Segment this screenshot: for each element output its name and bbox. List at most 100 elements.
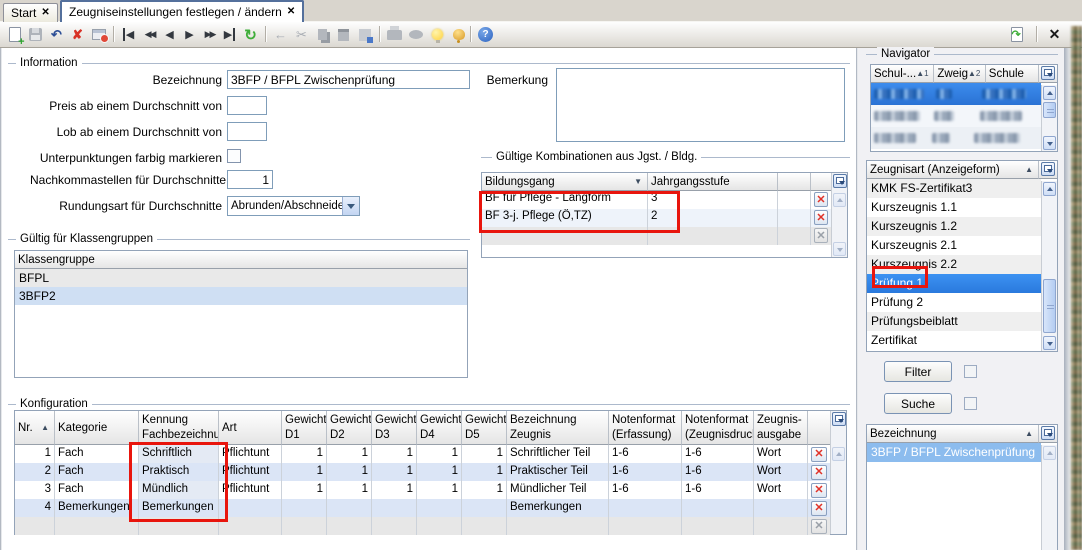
nav-forward-button[interactable]: ▶: [179, 24, 200, 45]
config-row[interactable]: 2 Fach Praktisch Pflichtunt 1 1 1 1 1 Pr…: [15, 463, 830, 481]
zeugnisart-scrollbar[interactable]: [1041, 181, 1057, 351]
suche-button[interactable]: Suche: [884, 393, 952, 414]
delete-row-button[interactable]: ✕: [811, 483, 827, 498]
cell-bildungsgang[interactable]: BF für Pflege - Langform: [482, 191, 648, 209]
cell-bildungsgang[interactable]: BF 3-j. Pflege (Ö,TZ): [482, 209, 648, 227]
scroll-down-icon[interactable]: [833, 242, 846, 256]
column-picker-icon[interactable]: [1041, 66, 1055, 80]
cut-button[interactable]: ✂: [291, 24, 312, 45]
zeugnisart-item[interactable]: Kurszeugnis 2.1: [867, 236, 1041, 255]
klassengruppe-row[interactable]: BFPL: [15, 269, 467, 287]
column-picker-icon[interactable]: [1041, 426, 1055, 440]
column-header-bezeichnung-zeugnis[interactable]: Bezeichnung Zeugnis: [507, 411, 609, 445]
column-header-kennung[interactable]: Kennung Fachbezeichnung: [139, 411, 219, 445]
column-header-gewicht-d1[interactable]: Gewicht D1: [282, 411, 327, 445]
zeugnisart-item[interactable]: Zertifikat: [867, 331, 1041, 350]
config-row-empty[interactable]: ✕: [15, 517, 830, 535]
rundungsart-select[interactable]: Abrunden/Abschneiden: [227, 196, 360, 216]
cell-jahrgangsstufe[interactable]: 2: [648, 209, 778, 227]
column-header-notenformat-zeugnisdruck[interactable]: Notenformat (Zeugnisdruck): [682, 411, 754, 445]
column-header-klassengruppe[interactable]: Klassengruppe: [15, 251, 467, 269]
help-button[interactable]: ?: [475, 24, 496, 45]
kombination-row-empty[interactable]: ✕: [482, 227, 831, 245]
klassengruppe-row-selected[interactable]: 3BFP2: [15, 287, 467, 305]
scroll-up-icon[interactable]: [833, 193, 846, 207]
filter-button[interactable]: Filter: [884, 361, 952, 382]
navigator-row[interactable]: [871, 105, 1041, 127]
scroll-up-icon[interactable]: [1043, 182, 1056, 196]
new-document-button[interactable]: +: [4, 24, 25, 45]
select-region-button[interactable]: [354, 24, 375, 45]
column-header-art[interactable]: Art: [219, 411, 282, 445]
delete-row-button[interactable]: ✕: [811, 465, 827, 480]
cell-jahrgangsstufe[interactable]: 3: [648, 191, 778, 209]
save-button[interactable]: [25, 24, 46, 45]
column-header-gewicht-d3[interactable]: Gewicht D3: [372, 411, 417, 445]
nachkommastellen-input[interactable]: [227, 170, 273, 189]
nav-last-button[interactable]: ▶: [219, 24, 240, 45]
column-header-bezeichnung[interactable]: Bezeichnung ▲: [867, 425, 1039, 443]
bemerkung-textarea[interactable]: [556, 68, 845, 142]
column-header-schule[interactable]: Schule: [986, 65, 1039, 83]
navigator-scrollbar[interactable]: [1041, 85, 1057, 151]
column-header-nr[interactable]: Nr. ▲: [15, 411, 55, 445]
delete-row-button[interactable]: ✕: [814, 192, 828, 207]
column-header-schulart[interactable]: Schul-... ▲1: [871, 65, 934, 83]
properties-button[interactable]: [88, 24, 109, 45]
scroll-up-icon[interactable]: [1043, 86, 1056, 100]
delete-row-button[interactable]: ✕: [814, 210, 828, 225]
close-button[interactable]: ✕: [1044, 24, 1065, 45]
column-header-gewicht-d4[interactable]: Gewicht D4: [417, 411, 462, 445]
delete-record-button[interactable]: ✘: [67, 24, 88, 45]
zeugnisart-item-selected[interactable]: Prüfung 1: [867, 274, 1041, 293]
column-header-zeugnisausgabe[interactable]: Zeugnis- ausgabe: [754, 411, 808, 445]
preis-input[interactable]: [227, 96, 267, 115]
nav-fast-forward-button[interactable]: ▶▶: [199, 24, 220, 45]
switch-view-button[interactable]: ↷: [1006, 24, 1027, 45]
column-header-jahrgangsstufe[interactable]: Jahrgangsstufe: [648, 173, 778, 191]
nav-fast-back-button[interactable]: ◀◀: [139, 24, 160, 45]
column-header-zeugnisart[interactable]: Zeugnisart (Anzeigeform) ▲: [867, 161, 1039, 179]
bezeichnung-scrollbar[interactable]: [1041, 445, 1057, 550]
refresh-button[interactable]: ↻: [240, 24, 261, 45]
notification-button[interactable]: [448, 24, 469, 45]
zeugnisart-item[interactable]: Prüfungsbeiblatt: [867, 312, 1041, 331]
tab-zeugniseinstellungen-close-icon[interactable]: ✕: [287, 7, 295, 17]
tab-start[interactable]: Start ✕: [3, 3, 58, 22]
zeugnisart-item[interactable]: KMK FS-Zertifikat3: [867, 179, 1041, 198]
column-header-bildungsgang[interactable]: Bildungsgang ▼: [482, 173, 648, 191]
suche-checkbox[interactable]: [964, 397, 977, 410]
print-button[interactable]: [384, 24, 405, 45]
jump-back-button[interactable]: ←: [270, 24, 291, 45]
bezeichnung-input[interactable]: [227, 70, 470, 89]
nav-back-button[interactable]: ◀: [159, 24, 180, 45]
undo-button[interactable]: ↶: [46, 24, 67, 45]
config-row[interactable]: 3 Fach Mündlich Pflichtunt 1 1 1 1 1 Mün…: [15, 481, 830, 499]
config-row[interactable]: 1 Fach Schriftlich Pflichtunt 1 1 1 1 1 …: [15, 445, 830, 463]
zeugnisart-item[interactable]: Kurszeugnis 2.2: [867, 255, 1041, 274]
scrollbar-thumb[interactable]: [1043, 279, 1056, 333]
zeugnisart-item[interactable]: Prüfung 2: [867, 293, 1041, 312]
scrollbar-thumb[interactable]: [1043, 102, 1056, 118]
scroll-up-icon[interactable]: [832, 447, 845, 461]
kombination-row[interactable]: BF 3-j. Pflege (Ö,TZ) 2 ✕: [482, 209, 831, 227]
filter-checkbox[interactable]: [964, 365, 977, 378]
copy-button[interactable]: [312, 24, 333, 45]
lob-input[interactable]: [227, 122, 267, 141]
scroll-down-icon[interactable]: [1043, 136, 1056, 150]
konfiguration-scrollbar[interactable]: [830, 411, 846, 534]
tab-start-close-icon[interactable]: ✕: [41, 8, 49, 18]
navigator-row-selected[interactable]: [871, 83, 1041, 105]
chevron-down-icon[interactable]: [342, 197, 359, 215]
column-header-gewicht-d2[interactable]: Gewicht D2: [327, 411, 372, 445]
tab-zeugniseinstellungen[interactable]: Zeugniseinstellungen festlegen / ändern …: [60, 0, 304, 22]
column-header-zweig[interactable]: Zweig ▲2: [934, 65, 985, 83]
navigator-row[interactable]: [871, 127, 1041, 149]
nav-first-button[interactable]: ◀: [118, 24, 139, 45]
column-header-notenformat-erfassung[interactable]: Notenformat (Erfassung): [609, 411, 682, 445]
kombinationen-scrollbar[interactable]: [831, 173, 847, 257]
unterpunktungen-checkbox[interactable]: [227, 149, 241, 163]
config-row[interactable]: 4 Bemerkungen Bemerkungen Bemerkungen ✕: [15, 499, 830, 517]
scroll-up-icon[interactable]: [1043, 446, 1056, 460]
column-picker-icon[interactable]: [1041, 162, 1055, 176]
